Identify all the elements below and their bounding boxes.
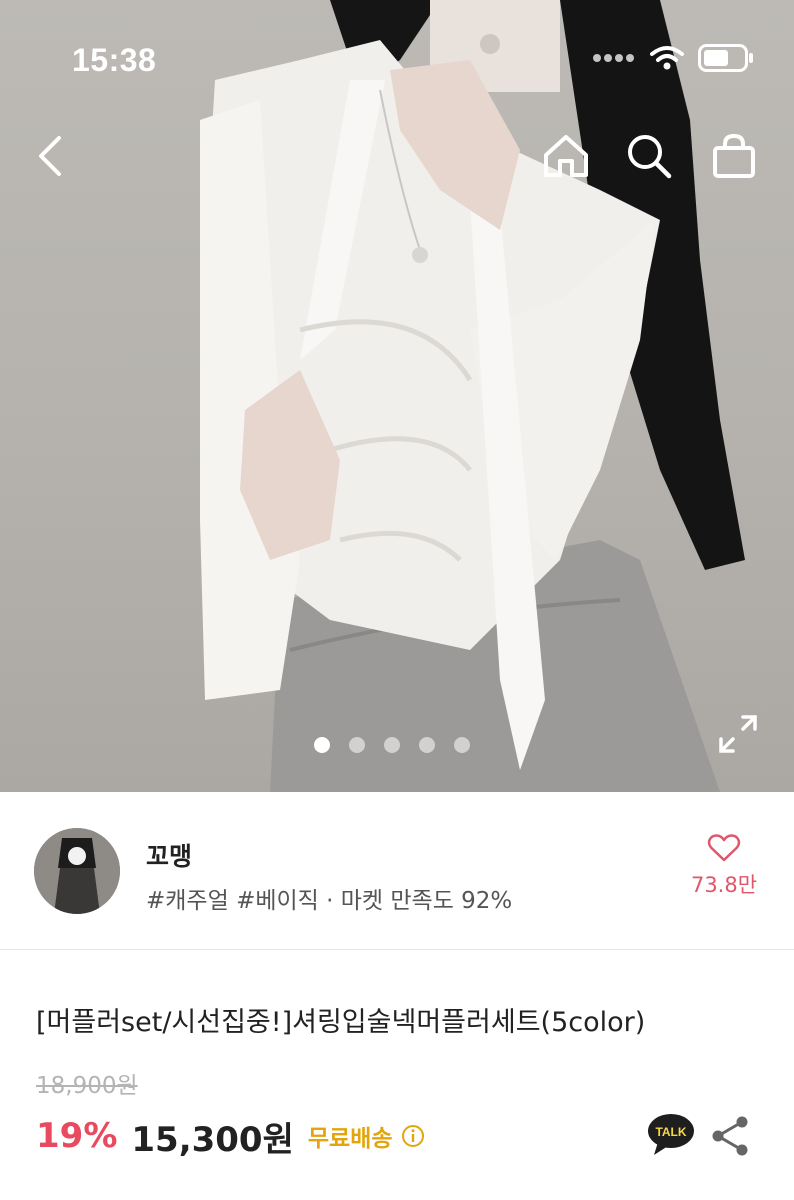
wifi-icon — [650, 46, 684, 70]
price-row: 19% 15,300원 무료배송 — [36, 1112, 425, 1160]
shop-tags: #캐주얼 #베이직 · 마켓 만족도 92% — [146, 888, 513, 914]
product-photo — [200, 0, 745, 792]
shopping-bag-icon — [713, 133, 755, 178]
home-button[interactable] — [536, 126, 596, 186]
talk-label: TALK — [655, 1125, 686, 1139]
kakao-talk-icon: TALK — [648, 1114, 694, 1155]
pagination-dot[interactable] — [349, 737, 365, 753]
back-arrow-icon — [39, 136, 61, 176]
sale-price: 15,300원 — [131, 1119, 294, 1160]
share-icon — [712, 1116, 748, 1156]
kakao-talk-button[interactable]: TALK — [646, 1112, 696, 1158]
back-button[interactable] — [20, 126, 80, 186]
product-title: [머플러set/시선집중!]셔링입술넥머플러세트(5color) — [36, 1007, 646, 1038]
signal-dots-icon — [593, 54, 634, 62]
gallery-pagination — [314, 737, 470, 753]
heart-outline-icon — [707, 834, 741, 862]
home-icon — [544, 135, 588, 177]
pagination-dot[interactable] — [314, 737, 330, 753]
cart-button[interactable] — [704, 126, 764, 186]
pagination-dot[interactable] — [384, 737, 400, 753]
status-icons — [592, 44, 754, 72]
pagination-dot[interactable] — [454, 737, 470, 753]
battery-icon — [698, 44, 753, 72]
status-bar: 15:38 — [0, 0, 794, 110]
original-price: 18,900원 — [36, 1073, 138, 1099]
free-shipping-badge: 무료배송 — [307, 1126, 393, 1152]
status-time: 15:38 — [72, 42, 157, 78]
expand-image-button[interactable] — [716, 712, 760, 756]
shop-avatar[interactable] — [34, 828, 120, 914]
search-icon — [628, 135, 672, 179]
shop-avatar-image — [34, 828, 120, 914]
shop-info-row[interactable]: 꼬맹 #캐주얼 #베이직 · 마켓 만족도 92% 73.8만 — [0, 793, 794, 950]
discount-rate: 19% — [36, 1116, 118, 1156]
like-count: 73.8만 — [690, 873, 758, 897]
share-button[interactable] — [708, 1114, 752, 1158]
info-icon — [401, 1125, 424, 1147]
product-image-gallery[interactable]: 15:38 — [0, 0, 794, 792]
expand-icon — [719, 715, 757, 753]
pagination-dot[interactable] — [419, 737, 435, 753]
like-button[interactable]: 73.8만 — [676, 833, 772, 899]
shop-name[interactable]: 꼬맹 — [146, 837, 192, 873]
search-button[interactable] — [619, 126, 679, 186]
shipping-info-button[interactable] — [401, 1124, 425, 1148]
